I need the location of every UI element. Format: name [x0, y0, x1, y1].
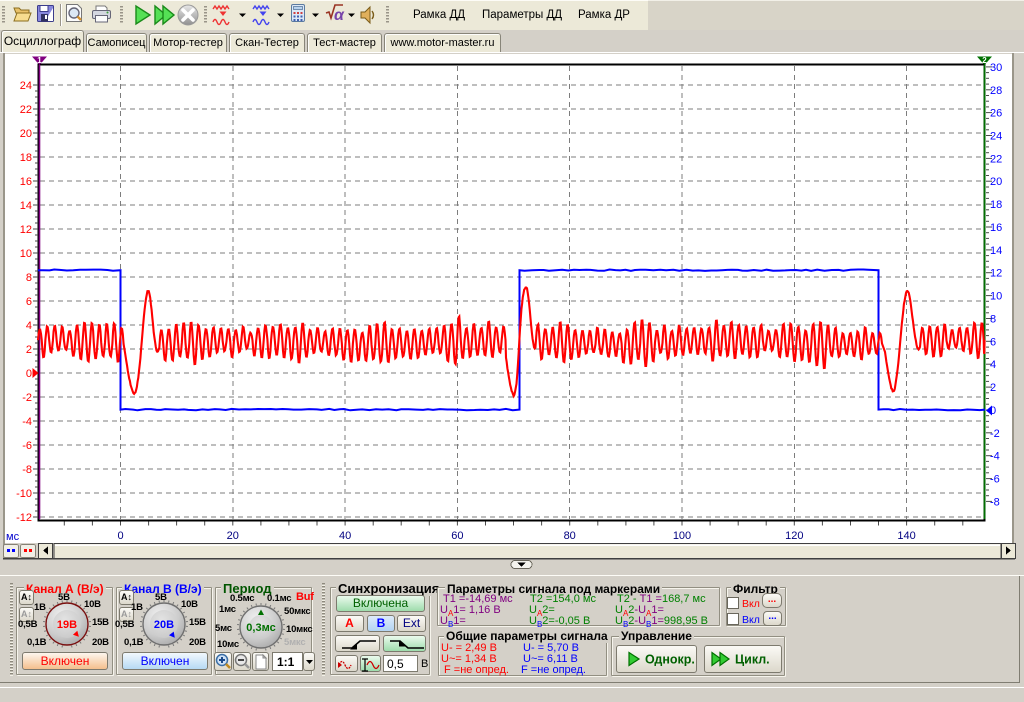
svg-text:-8: -8: [22, 464, 32, 476]
svg-text:-6: -6: [22, 440, 32, 452]
svg-text:2: 2: [990, 382, 996, 394]
svg-text:4: 4: [990, 359, 996, 371]
svg-text:2: 2: [26, 344, 32, 356]
svg-text:120: 120: [785, 530, 803, 542]
svg-text:18: 18: [990, 199, 1002, 211]
svg-text:12: 12: [20, 224, 32, 236]
svg-text:2: 2: [982, 56, 987, 65]
svg-text:14: 14: [990, 245, 1002, 257]
svg-text:30: 30: [990, 62, 1002, 74]
svg-text:20: 20: [20, 128, 32, 140]
svg-text:8: 8: [990, 314, 996, 326]
svg-text:8: 8: [26, 272, 32, 284]
svg-text:24: 24: [990, 131, 1002, 143]
svg-text:мс: мс: [6, 531, 20, 543]
svg-text:80: 80: [564, 530, 576, 542]
svg-text:26: 26: [990, 108, 1002, 120]
svg-text:18: 18: [20, 152, 32, 164]
svg-text:22: 22: [990, 153, 1002, 165]
svg-text:-4: -4: [990, 451, 1000, 463]
svg-text:20: 20: [227, 530, 239, 542]
svg-text:-2: -2: [990, 428, 1000, 440]
svg-text:α: α: [334, 7, 345, 24]
svg-text:1: 1: [37, 56, 42, 65]
svg-text:24: 24: [20, 80, 32, 92]
svg-text:22: 22: [20, 104, 32, 116]
svg-text:40: 40: [339, 530, 351, 542]
svg-text:-12: -12: [16, 512, 32, 524]
svg-text:-4: -4: [22, 416, 32, 428]
svg-text:0: 0: [117, 530, 123, 542]
svg-text:100: 100: [673, 530, 691, 542]
svg-text:12: 12: [990, 268, 1002, 280]
svg-text:-10: -10: [16, 488, 32, 500]
svg-text:10: 10: [20, 248, 32, 260]
svg-text:-2: -2: [22, 392, 32, 404]
svg-text:14: 14: [20, 200, 32, 212]
svg-text:10: 10: [990, 291, 1002, 303]
svg-text:60: 60: [451, 530, 463, 542]
svg-text:Однокр.: Однокр.: [645, 653, 695, 667]
svg-text:Цикл.: Цикл.: [735, 653, 770, 667]
svg-text:140: 140: [897, 530, 915, 542]
svg-text:6: 6: [26, 296, 32, 308]
svg-text:-6: -6: [990, 474, 1000, 486]
svg-text:-8: -8: [990, 496, 1000, 508]
svg-text:0: 0: [990, 405, 996, 417]
svg-text:4: 4: [26, 320, 32, 332]
svg-text:6: 6: [990, 336, 996, 348]
svg-text:16: 16: [990, 222, 1002, 234]
svg-text:0: 0: [26, 368, 32, 380]
svg-text:28: 28: [990, 85, 1002, 97]
svg-text:16: 16: [20, 176, 32, 188]
svg-text:20: 20: [990, 176, 1002, 188]
